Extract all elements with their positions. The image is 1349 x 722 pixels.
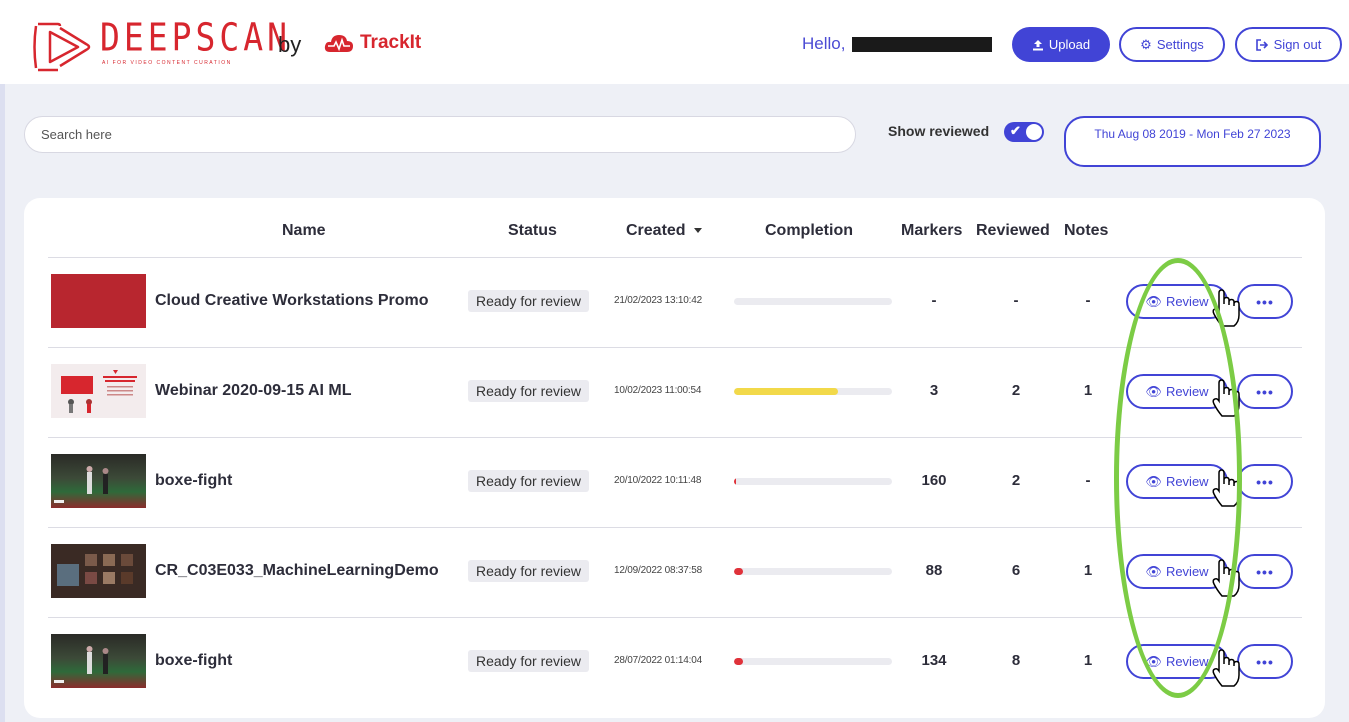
video-name[interactable]: Webinar 2020-09-15 AI ML xyxy=(155,382,352,400)
upload-button[interactable]: Upload xyxy=(1012,27,1110,62)
table-row[interactable]: Webinar 2020-09-15 AI ML Ready for revie… xyxy=(48,348,1302,438)
created-date: 20/10/2022 10:11:48 xyxy=(614,475,702,486)
video-name[interactable]: boxe-fight xyxy=(155,472,232,490)
markers-count: 88 xyxy=(925,562,943,579)
table-row[interactable]: CR_C03E033_MachineLearningDemo Ready for… xyxy=(48,528,1302,618)
column-header-name[interactable]: Name xyxy=(282,222,326,240)
column-header-markers[interactable]: Markers xyxy=(901,222,962,240)
created-date: 28/07/2022 01:14:04 xyxy=(614,655,702,666)
reviewed-count: - xyxy=(1013,292,1019,309)
gear-icon: ⚙ xyxy=(1140,36,1152,52)
completion-bar xyxy=(734,658,892,665)
video-name[interactable]: boxe-fight xyxy=(155,652,232,670)
more-options-button[interactable]: ••• xyxy=(1237,464,1293,499)
more-options-button[interactable]: ••• xyxy=(1237,554,1293,589)
left-accent xyxy=(0,84,5,722)
demo-thumbnail-art xyxy=(51,544,146,598)
notes-count: 1 xyxy=(1083,652,1093,669)
status-badge: Ready for review xyxy=(468,290,590,312)
review-column-highlight xyxy=(1114,258,1242,698)
more-options-button[interactable]: ••• xyxy=(1237,644,1293,679)
signout-button[interactable]: Sign out xyxy=(1235,27,1342,62)
completion-fill xyxy=(734,478,736,485)
completion-bar xyxy=(734,568,892,575)
completion-fill xyxy=(734,568,744,575)
settings-label: Settings xyxy=(1156,37,1204,52)
notes-count: - xyxy=(1085,472,1091,489)
signout-label: Sign out xyxy=(1273,37,1322,52)
search-input[interactable] xyxy=(24,116,856,153)
status-badge: Ready for review xyxy=(468,560,590,582)
video-thumbnail[interactable] xyxy=(51,544,146,598)
webinar-thumbnail-art xyxy=(51,364,146,418)
fight-thumbnail-art xyxy=(54,466,109,503)
upload-icon xyxy=(1032,39,1043,50)
column-header-created[interactable]: Created xyxy=(626,222,702,240)
column-header-notes[interactable]: Notes xyxy=(1064,222,1108,240)
sort-desc-icon xyxy=(693,228,702,234)
video-thumbnail[interactable] xyxy=(51,454,146,508)
play-logo-icon xyxy=(33,22,91,72)
video-thumbnail[interactable] xyxy=(51,274,146,328)
status-badge: Ready for review xyxy=(468,470,590,492)
greeting: Hello, xyxy=(802,34,846,53)
created-date: 10/02/2023 11:00:54 xyxy=(614,385,702,396)
brand-tagline: AI FOR VIDEO CONTENT CURATION xyxy=(102,60,232,66)
column-header-reviewed[interactable]: Reviewed xyxy=(976,222,1050,240)
markers-count: - xyxy=(931,292,937,309)
partner-name: TrackIt xyxy=(360,32,422,53)
markers-count: 160 xyxy=(921,472,947,489)
app-header: DEEPSCAN AI FOR VIDEO CONTENT CURATION b… xyxy=(0,0,1349,84)
notes-count: 1 xyxy=(1083,562,1093,579)
deepscan-logo[interactable]: DEEPSCAN AI FOR VIDEO CONTENT CURATION xyxy=(30,15,287,76)
check-icon: ✔ xyxy=(1010,123,1021,138)
date-range-picker[interactable]: Thu Aug 08 2019 - Mon Feb 27 2023 xyxy=(1064,116,1321,167)
markers-count: 3 xyxy=(929,382,939,399)
video-name[interactable]: CR_C03E033_MachineLearningDemo xyxy=(155,562,439,580)
reviewed-count: 2 xyxy=(1011,472,1021,489)
more-options-button[interactable]: ••• xyxy=(1237,284,1293,319)
sign-out-icon xyxy=(1255,38,1268,51)
show-reviewed-toggle[interactable]: ✔ xyxy=(1004,122,1044,142)
created-date: 12/09/2022 08:37:58 xyxy=(614,565,702,576)
more-options-button[interactable]: ••• xyxy=(1237,374,1293,409)
toggle-knob xyxy=(1026,124,1042,140)
notes-count: 1 xyxy=(1083,382,1093,399)
created-header-label: Created xyxy=(626,222,686,239)
redacted-username xyxy=(852,37,992,52)
completion-bar xyxy=(734,388,892,395)
completion-fill xyxy=(734,658,744,665)
reviewed-count: 2 xyxy=(1011,382,1021,399)
status-badge: Ready for review xyxy=(468,650,590,672)
column-header-completion[interactable]: Completion xyxy=(765,222,853,240)
cloud-pulse-icon xyxy=(324,35,353,52)
reviewed-count: 6 xyxy=(1011,562,1021,579)
show-reviewed-label: Show reviewed xyxy=(888,123,990,139)
trackit-logo: TrackIt xyxy=(324,32,421,54)
completion-bar xyxy=(734,478,892,485)
fight-thumbnail-art xyxy=(54,646,109,683)
column-header-status[interactable]: Status xyxy=(508,222,557,240)
settings-button[interactable]: ⚙ Settings xyxy=(1119,27,1225,62)
notes-count: - xyxy=(1085,292,1091,309)
created-date: 21/02/2023 13:10:42 xyxy=(614,295,702,306)
status-badge: Ready for review xyxy=(468,380,590,402)
upload-label: Upload xyxy=(1048,37,1091,52)
completion-bar xyxy=(734,298,892,305)
markers-count: 134 xyxy=(921,652,947,669)
by-label: by xyxy=(278,32,302,57)
video-name[interactable]: Cloud Creative Workstations Promo xyxy=(155,292,429,310)
video-thumbnail[interactable] xyxy=(51,634,146,688)
completion-fill xyxy=(734,388,839,395)
reviewed-count: 8 xyxy=(1011,652,1021,669)
table-row[interactable]: Cloud Creative Workstations Promo Ready … xyxy=(48,258,1302,348)
brand-name: DEEPSCAN xyxy=(100,15,291,60)
table-row[interactable]: boxe-fight Ready for review 28/07/2022 0… xyxy=(48,618,1302,708)
video-thumbnail[interactable] xyxy=(51,364,146,418)
